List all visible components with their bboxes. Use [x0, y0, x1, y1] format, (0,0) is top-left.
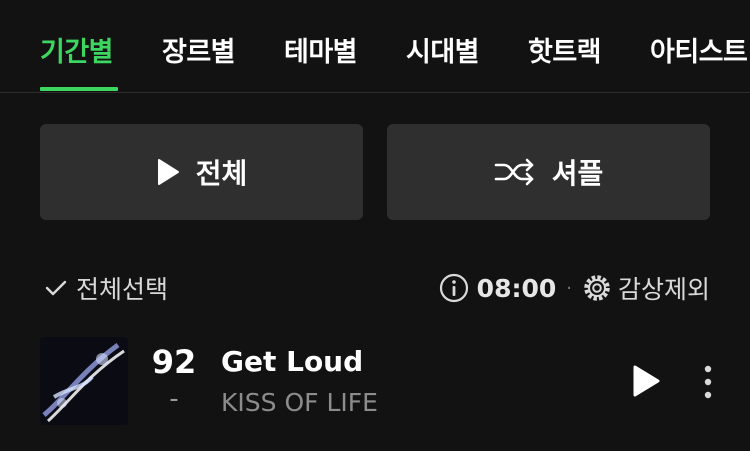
rank-change: -: [169, 384, 179, 414]
total-duration: 08:00: [476, 273, 557, 303]
shuffle-button[interactable]: 셔플: [387, 124, 710, 220]
active-tab-indicator: [40, 87, 118, 91]
select-all-label: 전체선택: [76, 275, 169, 304]
play-icon: [157, 159, 179, 185]
album-cover: [40, 337, 128, 425]
select-all-toggle[interactable]: 전체선택: [44, 270, 168, 306]
track-title: Get Loud: [221, 345, 364, 378]
tab-hottrack[interactable]: 핫트랙: [528, 30, 602, 69]
info-icon[interactable]: [439, 273, 469, 303]
track-artist[interactable]: KISS OF LIFE: [221, 388, 378, 417]
tab-era[interactable]: 시대별: [406, 30, 480, 69]
gear-icon: [584, 275, 610, 301]
meta-separator: ·: [566, 277, 572, 299]
play-all-label: 전체: [195, 157, 248, 190]
tab-artist[interactable]: 아티스트: [650, 30, 748, 69]
more-vertical-icon[interactable]: [698, 364, 718, 400]
play-all-button[interactable]: 전체: [40, 124, 363, 220]
tab-theme[interactable]: 테마별: [284, 30, 358, 69]
play-track-icon[interactable]: [630, 364, 662, 398]
tab-genre[interactable]: 장르별: [162, 30, 236, 69]
check-icon: [45, 280, 67, 296]
tab-bar: 기간별 장르별 테마별 시대별 핫트랙 아티스트: [0, 0, 750, 93]
exclude-toggle[interactable]: 감상제외: [582, 270, 710, 306]
exclude-label: 감상제외: [617, 275, 710, 304]
tab-period[interactable]: 기간별: [40, 30, 114, 69]
shuffle-icon: [494, 158, 534, 186]
chart-rank: 92: [151, 343, 197, 381]
playlist-meta: 08:00 · 감상제외: [439, 270, 710, 306]
shuffle-label: 셔플: [551, 157, 604, 190]
